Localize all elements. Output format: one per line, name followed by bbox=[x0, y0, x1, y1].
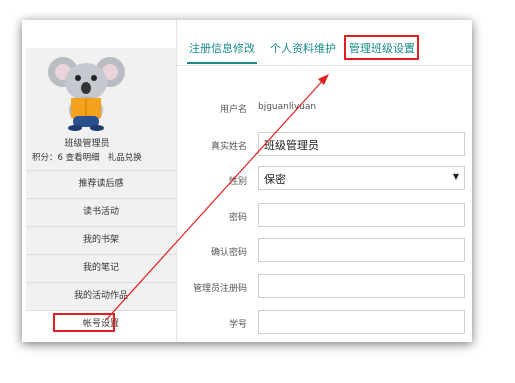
annotation-arrow bbox=[105, 74, 329, 321]
screenshot-frame: 班级管理员 积分：6 查看明细 礼品兑换 推荐读后感 读书活动 我的书架 我的笔… bbox=[22, 20, 472, 342]
